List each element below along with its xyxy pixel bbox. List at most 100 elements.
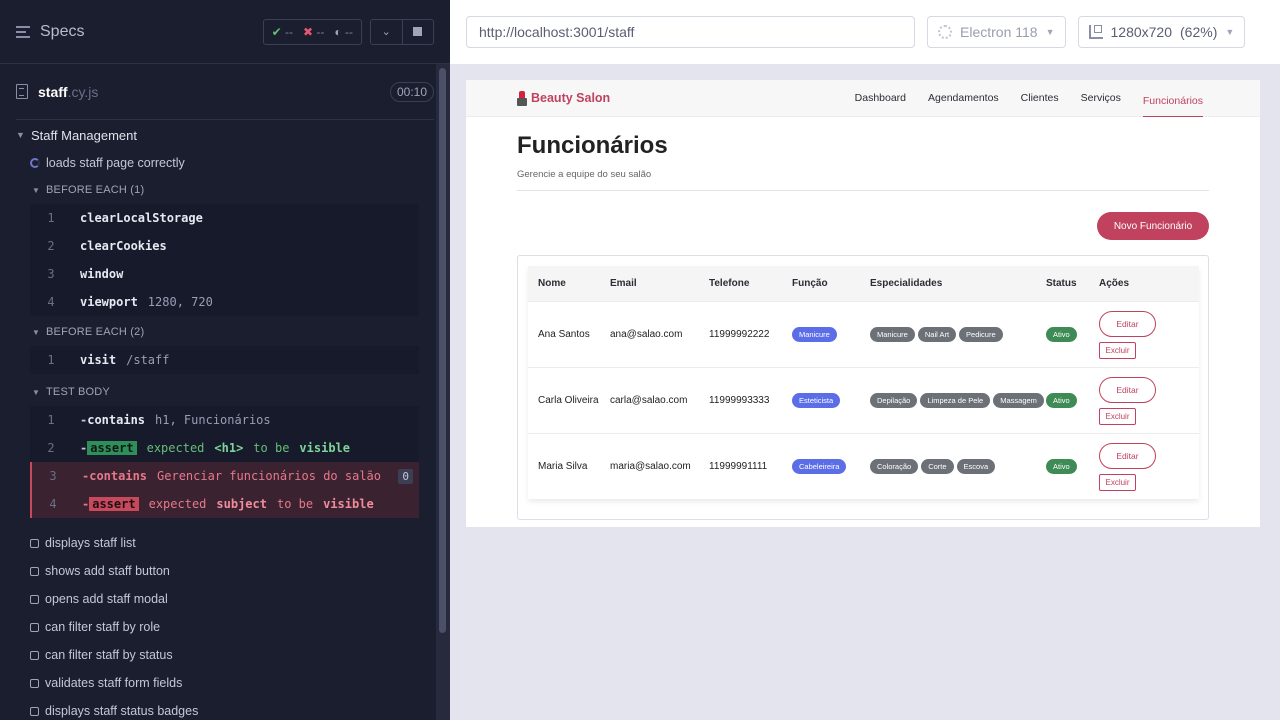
ruler-icon [1088, 25, 1103, 39]
chevron-down-icon[interactable]: ⌄ [371, 20, 402, 44]
hook-header[interactable]: ▼ BEFORE EACH (1) [16, 176, 419, 204]
aut-header: http://localhost:3001/staff Electron 118… [450, 0, 1280, 64]
specs-menu-icon[interactable] [16, 25, 32, 38]
command-row[interactable]: 3 window [30, 260, 419, 288]
specialty-badge: Nail Art [917, 327, 957, 342]
check-icon: ✔ [271, 24, 282, 39]
pending-square-icon [30, 566, 39, 576]
hook-header[interactable]: ▼ TEST BODY [16, 378, 419, 406]
test-item[interactable]: displays staff list [16, 529, 198, 557]
spec-duration: 00:10 [389, 81, 434, 102]
specialty-badge: Limpeza de Pele [920, 393, 991, 408]
delete-button[interactable]: Excluir [1099, 407, 1136, 425]
pending-square-icon [30, 706, 39, 716]
nav-funcionarios[interactable]: Funcionários [1142, 86, 1203, 117]
pending-square-icon [30, 622, 39, 632]
nav-agendamentos[interactable]: Agendamentos [928, 80, 999, 116]
delete-button[interactable]: Excluir [1099, 473, 1136, 491]
test-item[interactable]: validates staff form fields [16, 669, 198, 697]
staff-table-card: Nome Email Telefone Função Especialidade… [517, 255, 1209, 520]
app-navbar: Beauty Salon Dashboard Agendamentos Clie… [466, 80, 1260, 117]
hook-header[interactable]: ▼ BEFORE EACH (2) [16, 318, 419, 346]
scrollbar-thumb[interactable] [439, 68, 446, 633]
chevron-down-icon: ▼ [1045, 27, 1055, 37]
chevron-down-icon: ▼ [1225, 27, 1235, 37]
pending-tests: displays staff list shows add staff butt… [16, 529, 198, 720]
test-item[interactable]: displays staff status badges [16, 697, 198, 720]
hook-commands: 1 visit/staff [30, 346, 419, 374]
pending-circle-icon: ◐ [334, 24, 342, 39]
pending-square-icon [30, 594, 39, 604]
command-row[interactable]: 4 viewport 1280, 720 [30, 288, 419, 316]
app-viewport: Beauty Salon Dashboard Agendamentos Clie… [466, 80, 1260, 527]
suite-title[interactable]: ▼ Staff Management [16, 120, 419, 150]
command-row[interactable]: 1 - contains h1, Funcionários [30, 406, 419, 434]
page-subtitle: Gerencie a equipe do seu salão [517, 169, 652, 180]
test-item[interactable]: shows add staff button [16, 557, 198, 585]
specialties: Manicure Nail Art Pedicure [870, 327, 1046, 342]
specs-label[interactable]: Specs [40, 23, 84, 41]
url-bar[interactable]: http://localhost:3001/staff [466, 16, 915, 48]
command-row[interactable]: 2 clearCookies [30, 232, 419, 260]
role-badge: Manicure [792, 327, 837, 342]
command-row[interactable]: 1 visit/staff [30, 346, 419, 374]
pending-square-icon [30, 678, 39, 688]
new-staff-button[interactable]: Novo Funcionário [1097, 212, 1209, 240]
page-title: Funcionários [517, 132, 668, 159]
cypress-runner-panel: Specs ✔ -- ✖ -- ◐ -- ⌄ staff .cy.js 00:10… [0, 0, 450, 720]
chevron-down-icon: ▼ [32, 185, 41, 195]
app-logo[interactable]: Beauty Salon [517, 90, 610, 106]
row-actions: Editar Excluir [1099, 376, 1179, 425]
test-item[interactable]: can filter staff by status [16, 641, 198, 669]
row-actions: Editar Excluir [1099, 310, 1179, 359]
test-item[interactable]: can filter staff by role [16, 613, 198, 641]
specialty-badge: Escova [956, 459, 996, 474]
specialties: Coloração Corte Escova [870, 459, 1046, 474]
spinner-icon [30, 158, 40, 168]
specialty-badge: Massagem [993, 393, 1044, 408]
specialty-badge: Coloração [870, 459, 919, 474]
pending-stat: ◐ -- [334, 24, 353, 39]
failed-assert-row[interactable]: 4 - assert expected subject to be visible [30, 490, 419, 518]
nav-dashboard[interactable]: Dashboard [855, 80, 906, 116]
divider [517, 190, 1209, 191]
spec-file-row[interactable]: staff .cy.js 00:10 [16, 64, 434, 120]
test-stats: ✔ -- ✖ -- ◐ -- [262, 18, 362, 45]
staff-table: Nome Email Telefone Função Especialidade… [528, 266, 1199, 499]
failed-stat: ✖ -- [303, 24, 325, 39]
command-row[interactable]: 1 clearLocalStorage [30, 204, 419, 232]
stop-button[interactable] [401, 19, 434, 44]
browser-icon [938, 25, 952, 39]
edit-button[interactable]: Editar [1099, 442, 1156, 469]
runner-controls: ⌄ [370, 18, 434, 45]
edit-button[interactable]: Editar [1099, 376, 1156, 403]
role-badge: Cabeleireira [792, 459, 847, 474]
command-log: ▼ Staff Management loads staff page corr… [16, 120, 419, 518]
spec-file-ext: .cy.js [67, 83, 99, 100]
table-header: Nome Email Telefone Função Especialidade… [528, 266, 1199, 301]
reporter-scrollbar[interactable] [436, 64, 450, 720]
pending-square-icon [30, 650, 39, 660]
aut-panel: http://localhost:3001/staff Electron 118… [450, 0, 1280, 720]
nav-servicos[interactable]: Serviços [1081, 80, 1121, 116]
table-row: Carla Oliveira carla@salao.com 119999933… [528, 367, 1199, 433]
specialty-badge: Depilação [870, 393, 918, 408]
assert-tag: assert [87, 441, 137, 455]
edit-button[interactable]: Editar [1099, 310, 1156, 337]
running-test[interactable]: loads staff page correctly [16, 150, 419, 176]
delete-button[interactable]: Excluir [1099, 341, 1136, 359]
x-icon: ✖ [303, 24, 314, 39]
failed-command-row[interactable]: 3 - contains Gerenciar funcionários do sa… [30, 462, 419, 490]
browser-selector[interactable]: Electron 118 ▼ [927, 16, 1066, 48]
test-item[interactable]: opens add staff modal [16, 585, 198, 613]
table-row: Maria Silva maria@salao.com 11999991111 … [528, 433, 1199, 499]
viewport-selector[interactable]: 1280x720 (62%) ▼ [1077, 16, 1246, 48]
test-body-commands: 1 - contains h1, Funcionários 2 - assert e… [30, 406, 419, 518]
file-icon [16, 84, 28, 99]
role-badge: Esteticista [792, 393, 841, 408]
nav-clientes[interactable]: Clientes [1021, 80, 1059, 116]
specialties: Depilação Limpeza de Pele Massagem [870, 393, 1046, 408]
assert-row[interactable]: 2 - assert expected <h1> to be visible [30, 434, 419, 462]
status-badge: Ativo [1046, 327, 1077, 342]
runner-header: Specs ✔ -- ✖ -- ◐ -- ⌄ [0, 0, 450, 64]
